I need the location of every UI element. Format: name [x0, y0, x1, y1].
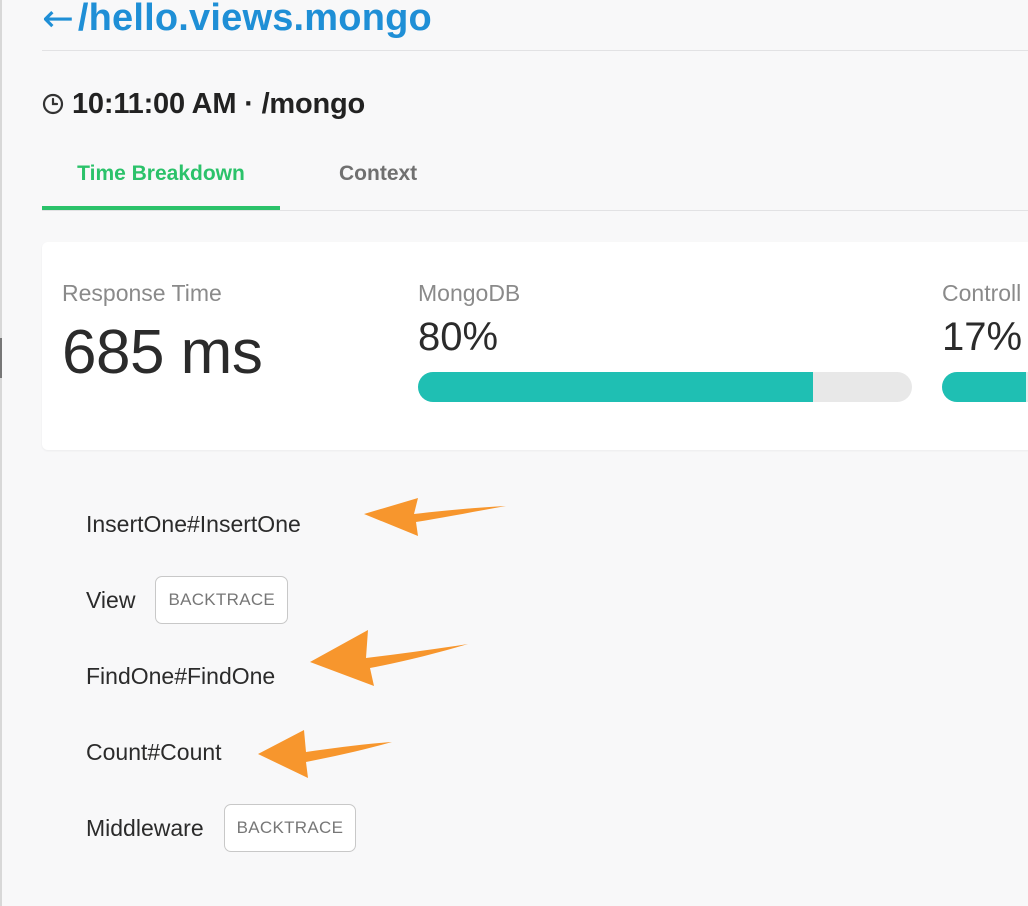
trace-heading: 10:11:00 AM · /mongo	[72, 88, 365, 121]
page: ← /hello.views.mongo 10:11:00 AM · /mong…	[0, 0, 1028, 906]
metrics-card: Response Time 685 ms MongoDB 80% Control…	[42, 242, 1028, 450]
progress-fill	[942, 372, 1026, 402]
page-title[interactable]: /hello.views.mongo	[78, 0, 432, 37]
window-edge	[0, 0, 2, 906]
metric-value: 17%	[942, 315, 1023, 359]
backtrace-button[interactable]: BACKTRACE	[155, 576, 289, 624]
clock-icon	[42, 93, 64, 115]
list-item-label: Middleware	[86, 814, 204, 841]
list-item[interactable]: InsertOne#InsertOne	[86, 488, 301, 560]
tab-context-label: Context	[339, 162, 418, 185]
tab-bar: Time Breakdown Context	[42, 150, 1028, 211]
list-item-label: Count#Count	[86, 738, 222, 765]
progress-fill	[418, 372, 814, 402]
progress-track	[942, 372, 1028, 402]
list-item[interactable]: Middleware BACKTRACE	[86, 792, 357, 864]
trace-subheader: 10:11:00 AM · /mongo	[42, 84, 365, 124]
list-item[interactable]: FindOne#FindOne	[86, 640, 275, 712]
header-divider	[42, 50, 1028, 51]
progress-track	[418, 372, 912, 402]
metric-value: 80%	[418, 315, 499, 359]
metric-response-time: Response Time 685 ms	[62, 280, 263, 388]
trace-time: 10:11:00 AM	[72, 87, 237, 120]
metric-label: Response Time	[62, 280, 222, 306]
list-item[interactable]: View BACKTRACE	[86, 564, 289, 636]
annotation-arrow-icon	[364, 498, 506, 536]
page-header: ← /hello.views.mongo	[42, 0, 432, 48]
backtrace-button[interactable]: BACKTRACE	[223, 804, 357, 852]
window-edge-marker	[0, 338, 2, 378]
metric-mongodb: MongoDB 80%	[418, 280, 912, 402]
annotation-arrow-icon	[258, 730, 392, 778]
tab-time-breakdown-label: Time Breakdown	[77, 162, 245, 185]
list-item-label: FindOne#FindOne	[86, 662, 276, 689]
metric-label: MongoDB	[418, 280, 521, 306]
list-item[interactable]: Count#Count	[86, 716, 222, 788]
tab-time-breakdown[interactable]: Time Breakdown	[42, 150, 280, 210]
metric-value: 685 ms	[62, 318, 263, 387]
active-tab-indicator	[42, 206, 280, 210]
annotation-arrow-icon	[310, 630, 468, 686]
tab-context[interactable]: Context	[339, 150, 417, 210]
metric-label: Controll	[942, 280, 1022, 306]
list-item-label: View	[86, 586, 136, 613]
list-item-label: InsertOne#InsertOne	[86, 510, 301, 537]
trace-path: /mongo	[261, 87, 366, 120]
trace-separator: ·	[244, 87, 254, 120]
metric-controller: Controll 17%	[942, 280, 1028, 402]
back-arrow-icon[interactable]: ←	[42, 0, 74, 37]
